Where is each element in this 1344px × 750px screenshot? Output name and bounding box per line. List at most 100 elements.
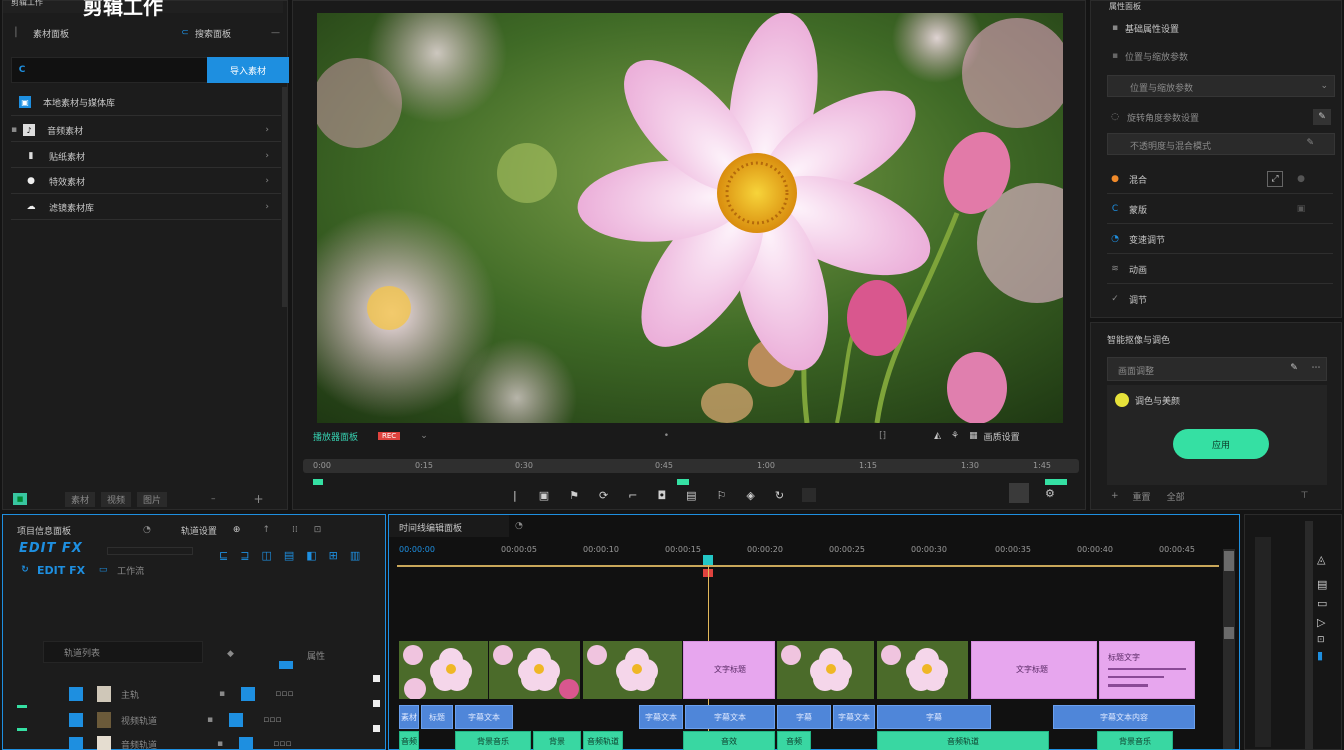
checkbox[interactable] <box>373 700 380 707</box>
timeline-ruler[interactable]: 00:00:00 00:00:05 00:00:10 00:00:15 00:0… <box>397 543 1219 563</box>
audio-clip[interactable]: 音频轨道 <box>877 731 1049 750</box>
triangle-icon[interactable]: ◬ <box>1317 553 1337 566</box>
list-item[interactable]: ▮ 贴纸素材 › <box>25 147 273 165</box>
flag-icon[interactable]: ⚑ <box>569 489 579 502</box>
video-clip[interactable] <box>877 641 969 699</box>
footer-tab[interactable]: 素材 <box>65 491 96 507</box>
footer-reset[interactable]: 重置 <box>1133 490 1151 503</box>
arrow-up-icon[interactable]: ↑ <box>262 525 270 535</box>
position-field[interactable]: 位置与缩放参数 ⌄ <box>1107 75 1335 97</box>
reset-icon[interactable]: ✎ <box>1313 109 1331 125</box>
audio-clip[interactable]: 背景音乐 <box>1097 731 1173 750</box>
track-row[interactable]: 视频轨道 ▪ ▫▫▫ <box>43 709 373 731</box>
video-clip[interactable] <box>489 641 581 699</box>
prop-row-mask[interactable]: C 蒙版 ▣ <box>1109 201 1335 217</box>
settings-icon[interactable]: ⚙ <box>1045 487 1055 500</box>
track-row[interactable]: 主轨 ▪ ▫▫▫ <box>43 683 373 705</box>
audio-clip[interactable]: 背景音乐 <box>455 731 531 750</box>
track-row[interactable]: 音频轨道 ▪ ▫▫▫ <box>43 733 373 750</box>
clock-icon[interactable]: ◔ <box>515 521 523 531</box>
timeline-scrollbar[interactable] <box>1223 549 1235 749</box>
clock-icon[interactable]: ◔ <box>143 525 151 535</box>
marker-icon[interactable]: • <box>664 431 669 441</box>
playhead-marker[interactable] <box>677 479 689 485</box>
timeline-tab[interactable]: 时间线编辑面板 <box>389 515 509 537</box>
preview-ruler[interactable]: 0:00 0:15 0:30 0:45 1:00 1:15 1:30 1:45 <box>303 459 1079 473</box>
box-icon[interactable]: ▭ <box>97 564 109 576</box>
prop-row-adjust[interactable]: ✓ 调节 <box>1109 291 1335 307</box>
opacity-field[interactable]: 不透明度与混合模式 ✎ <box>1107 133 1335 155</box>
keyframe-icon[interactable]: ⤢ <box>1267 171 1283 187</box>
tool-icon[interactable]: ◫ <box>261 549 271 562</box>
list-item[interactable]: ▣ 本地素材与媒体库 <box>19 93 281 111</box>
edit-icon[interactable]: ▣ <box>1295 203 1307 215</box>
in-point-marker[interactable] <box>313 479 323 485</box>
expand-icon[interactable]: ⊡ <box>314 525 322 535</box>
video-clip[interactable] <box>777 641 875 699</box>
subtitle-clip[interactable]: 标题 <box>421 705 453 729</box>
tab-search[interactable]: 搜索面板 <box>195 27 231 40</box>
subtitle-clip[interactable]: 字幕文本 <box>685 705 775 729</box>
tool-icon[interactable]: ⊑ <box>219 549 228 562</box>
prop-row-animation[interactable]: ≋ 动画 <box>1109 261 1335 277</box>
globe-icon[interactable]: ⊕ <box>233 525 241 535</box>
save-frame-icon[interactable]: ▤ <box>686 489 696 502</box>
pin-icon[interactable]: ⊤ <box>1301 491 1309 501</box>
checkbox[interactable] <box>373 675 380 682</box>
list-item[interactable]: ● 特效素材 › <box>25 172 273 190</box>
edit-icon[interactable]: ✎ <box>1288 362 1300 374</box>
list-icon[interactable]: ▤ <box>1317 578 1337 591</box>
video-clip[interactable] <box>583 641 683 699</box>
mark-icon[interactable]: ⚐ <box>717 489 727 502</box>
subtitle-clip[interactable]: 字幕文本内容 <box>1053 705 1195 729</box>
list-item[interactable]: ▪ ♪ 音频素材 › <box>11 121 273 139</box>
search-field[interactable] <box>32 62 202 78</box>
audio-clip[interactable]: 音频轨道 <box>583 731 623 750</box>
tool-icon[interactable]: ⊒ <box>240 549 249 562</box>
prop-row-speed[interactable]: ◔ 变速调节 <box>1109 231 1335 247</box>
cut-icon[interactable]: | <box>513 489 517 502</box>
checkbox[interactable] <box>373 725 380 732</box>
title-clip[interactable]: 文字标题 <box>683 641 775 699</box>
subtitle-clip[interactable]: 字幕文本 <box>833 705 875 729</box>
subtitle-clip[interactable]: 字幕 <box>777 705 831 729</box>
subtitle-clip[interactable]: 字幕文本 <box>639 705 683 729</box>
audio-clip[interactable]: 背景 <box>533 731 581 750</box>
snapshot-icon[interactable]: ◘ <box>657 489 666 502</box>
audio-clip[interactable]: 音效 <box>683 731 775 750</box>
rotate-icon[interactable]: ↻ <box>775 489 784 502</box>
subtitle-clip[interactable]: 素材 <box>399 705 419 729</box>
tool-icon[interactable]: ▤ <box>284 549 294 562</box>
more-icon[interactable]: ⋯ <box>1310 362 1322 374</box>
footer-tab[interactable]: 视频 <box>101 491 132 507</box>
footer-tab[interactable]: 图片 <box>137 491 168 507</box>
refresh-icon[interactable]: ↻ <box>19 564 31 576</box>
audio-clip[interactable]: 音频 <box>399 731 419 750</box>
plus-icon[interactable]: + <box>254 492 264 506</box>
apply-button[interactable]: 应用 <box>1173 429 1269 459</box>
minimize-icon[interactable]: — <box>271 28 280 38</box>
fullscreen-button[interactable] <box>1009 483 1029 503</box>
grid-icon[interactable]: ⁞⁞ <box>292 525 298 535</box>
tool-icon[interactable]: ◧ <box>306 549 316 562</box>
quality-settings[interactable]: 画质设置 <box>984 430 1020 443</box>
video-clip[interactable] <box>399 641 489 699</box>
crop-icon[interactable]: ◭ <box>934 431 941 441</box>
toggle-icon[interactable]: ● <box>1295 173 1307 185</box>
edit-icon[interactable]: ✎ <box>1306 138 1314 148</box>
bracket-icon[interactable]: [⁆ <box>879 431 886 441</box>
tool-icon[interactable]: ▥ <box>350 549 360 562</box>
cube-icon[interactable]: ◈ <box>746 489 754 502</box>
expand-icon[interactable]: ⊡ <box>1317 635 1337 645</box>
footer-all[interactable]: 全部 <box>1167 490 1185 503</box>
audio-clip[interactable]: 音频 <box>777 731 811 750</box>
lock-icon[interactable]: ◆ <box>227 649 234 659</box>
subtitle-clip[interactable]: 字幕文本 <box>455 705 513 729</box>
more-icon[interactable]: ⌄ <box>420 431 428 441</box>
scrollbar[interactable] <box>282 87 287 307</box>
list-item[interactable]: ☁ 滤镜素材库 › <box>25 198 273 216</box>
minus-icon[interactable]: – <box>211 494 216 504</box>
frame-icon[interactable]: ▣ <box>539 489 549 502</box>
rotation-field[interactable]: ◌ 旋转角度参数设置 ✎ <box>1109 107 1335 127</box>
subtitle-clip[interactable]: 字幕 <box>877 705 991 729</box>
